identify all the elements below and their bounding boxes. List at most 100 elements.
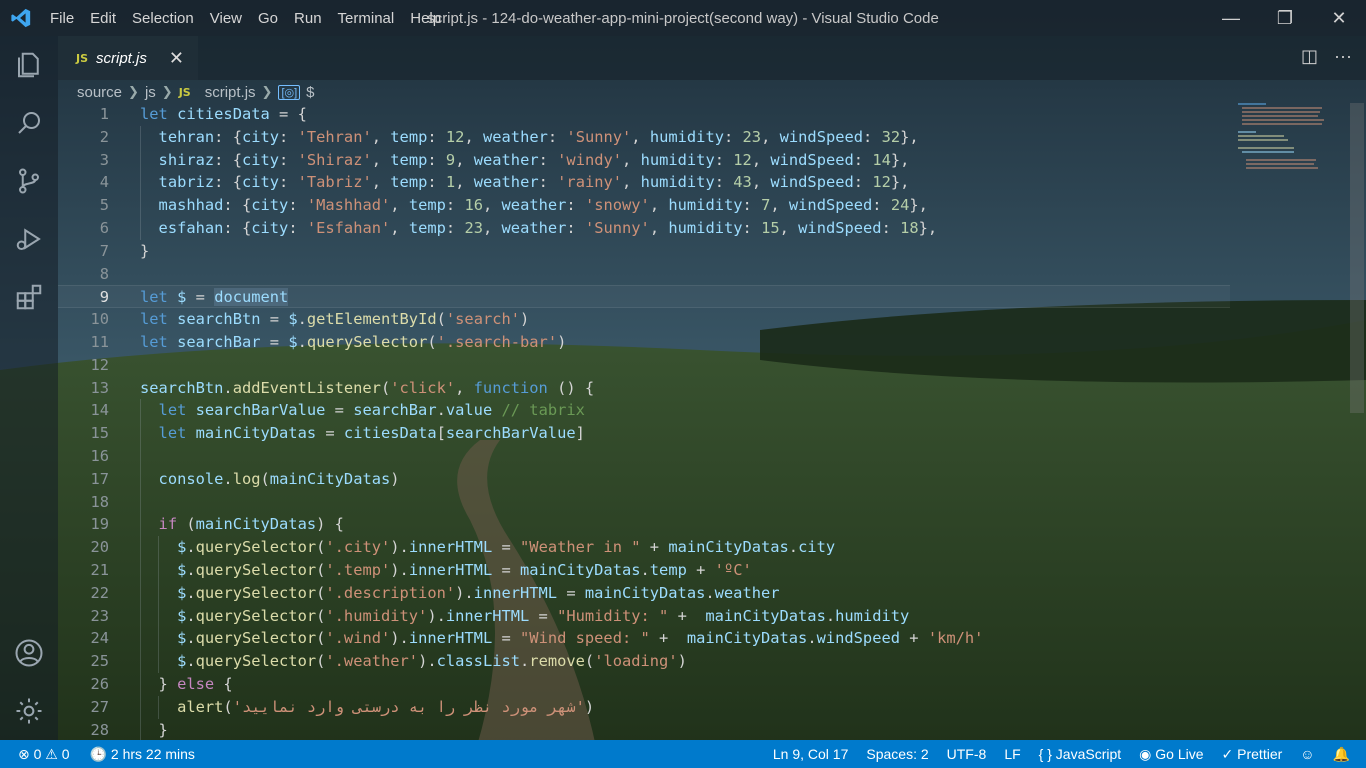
tab-label: script.js (96, 49, 147, 67)
account-icon[interactable] (0, 624, 58, 682)
more-actions-icon[interactable]: ··· (1334, 46, 1352, 67)
restore-button[interactable]: ❐ (1258, 0, 1312, 36)
editor-scrollbar[interactable] (1350, 103, 1364, 413)
source-control-icon[interactable] (0, 152, 58, 210)
breadcrumb: source ❯ js ❯ JS script.js ❯ [◎] $ (77, 82, 315, 102)
close-window-button[interactable]: ✕ (1312, 0, 1366, 36)
indentation[interactable]: Spaces: 2 (866, 746, 928, 762)
breadcrumb-js[interactable]: js (145, 84, 156, 101)
code-line: 16 (58, 444, 1230, 468)
code-line: 28 } (58, 718, 1230, 740)
code-line: 15 let mainCityDatas = citiesData[search… (58, 422, 1230, 445)
chevron-right-icon: ❯ (128, 84, 139, 99)
javascript-file-icon: JS (76, 51, 89, 65)
line-number: 22 (90, 583, 109, 602)
feedback-icon[interactable]: ☺ (1300, 746, 1314, 762)
code-line: 21 $.querySelector('.temp').innerHTML = … (58, 558, 1230, 582)
variable-symbol-icon: [◎] (278, 84, 301, 100)
line-number: 28 (90, 720, 109, 739)
line-number: 19 (90, 515, 109, 534)
breadcrumb-source[interactable]: source (77, 84, 122, 101)
title-bar: File Edit Selection View Go Run Terminal… (0, 0, 1366, 36)
menu-bar: File Edit Selection View Go Run Terminal… (42, 10, 449, 27)
run-debug-icon[interactable] (0, 210, 58, 268)
minimap[interactable] (1236, 103, 1350, 173)
javascript-file-icon: JS (178, 85, 191, 99)
line-number: 5 (99, 196, 109, 215)
code-line: 23 $.querySelector('.humidity').innerHTM… (58, 604, 1230, 628)
extensions-icon[interactable] (0, 268, 58, 326)
line-number: 2 (99, 127, 109, 146)
line-number: 9 (99, 288, 109, 307)
menu-selection[interactable]: Selection (124, 10, 202, 27)
close-tab-icon[interactable]: ✕ (169, 48, 184, 69)
chevron-right-icon: ❯ (261, 84, 273, 99)
code-line: 5 mashhad: {city: 'Mashhad', temp: 16, w… (58, 194, 1230, 217)
split-editor-icon[interactable]: ◫ (1301, 46, 1318, 67)
cursor-position[interactable]: Ln 9, Col 17 (773, 746, 849, 762)
code-line: 27 alert('شهر مورد نظر را به درستی وارد … (58, 695, 1230, 719)
status-bar: ⊗ 0 ⚠ 0 🕒 2 hrs 22 mins Ln 9, Col 17 Spa… (0, 740, 1366, 768)
chevron-right-icon: ❯ (161, 84, 173, 99)
menu-run[interactable]: Run (286, 10, 330, 27)
code-line: 22 $.querySelector('.description').inner… (58, 581, 1230, 605)
line-number: 21 (90, 560, 109, 579)
menu-help[interactable]: Help (402, 10, 449, 27)
line-number: 11 (90, 332, 109, 351)
code-line: 7} (58, 240, 1230, 263)
code-line: 18 (58, 490, 1230, 514)
line-ending[interactable]: LF (1004, 746, 1020, 762)
editor-tabs: JS script.js ✕ ◫ ··· (58, 36, 1366, 80)
go-live-button[interactable]: ◉ Go Live (1139, 746, 1203, 763)
menu-go[interactable]: Go (250, 10, 286, 27)
menu-file[interactable]: File (42, 10, 82, 27)
code-line: 3 shiraz: {city: 'Shiraz', temp: 9, weat… (58, 148, 1230, 172)
tab-script-js[interactable]: JS script.js ✕ (58, 36, 198, 80)
line-number: 17 (90, 469, 109, 488)
line-number: 25 (90, 652, 109, 671)
breadcrumb-symbol[interactable]: $ (306, 84, 314, 101)
menu-edit[interactable]: Edit (82, 10, 124, 27)
line-number: 3 (99, 150, 109, 169)
gear-icon[interactable] (0, 682, 58, 740)
code-line-current: 9 let $ = document (58, 285, 1230, 309)
line-number: 1 (99, 105, 109, 123)
line-number: 16 (90, 446, 109, 465)
notifications-bell-icon[interactable]: 🔔 (1333, 746, 1350, 763)
minimize-button[interactable]: — (1204, 0, 1258, 36)
breadcrumb-file[interactable]: script.js (205, 84, 256, 101)
line-number: 27 (90, 697, 109, 716)
line-number: 26 (90, 674, 109, 693)
line-number: 10 (90, 310, 109, 329)
vscode-logo-icon (0, 0, 42, 36)
code-line: 2 tehran: {city: 'Tehran', temp: 12, wea… (58, 125, 1230, 149)
code-line: 1 let citiesData = { (58, 103, 1230, 126)
code-line: 6 esfahan: {city: 'Esfahan', temp: 23, w… (58, 216, 1230, 240)
line-number: 6 (99, 218, 109, 237)
line-number: 23 (90, 606, 109, 625)
code-line: 17 console.log(mainCityDatas) (58, 467, 1230, 491)
time-tracker[interactable]: 🕒 2 hrs 22 mins (90, 746, 195, 763)
explorer-icon[interactable] (0, 36, 58, 94)
window-controls: — ❐ ✕ (1204, 0, 1366, 36)
code-line: 10 let searchBtn = $.getElementById('sear… (58, 308, 1230, 331)
line-number: 12 (90, 355, 109, 374)
line-number: 15 (90, 424, 109, 443)
activity-bar (0, 36, 58, 740)
line-number: 14 (90, 401, 109, 420)
language-mode[interactable]: { } JavaScript (1039, 746, 1122, 762)
code-line: 19 if (mainCityDatas) { (58, 513, 1230, 537)
search-icon[interactable] (0, 94, 58, 152)
code-editor[interactable]: 1 let citiesData = { 2 tehran: {city: 'Te… (58, 103, 1230, 740)
code-line: 20 $.querySelector('.city').innerHTML = … (58, 536, 1230, 559)
encoding[interactable]: UTF-8 (947, 746, 987, 762)
line-number: 24 (90, 629, 109, 648)
editor-actions: ◫ ··· (1301, 46, 1352, 67)
code-line: 4 tabriz: {city: 'Tabriz', temp: 1, weat… (58, 171, 1230, 195)
code-line: 8 (58, 263, 1230, 286)
problems-indicator[interactable]: ⊗ 0 ⚠ 0 (18, 746, 70, 763)
code-line: 12 (58, 354, 1230, 377)
menu-view[interactable]: View (202, 10, 250, 27)
menu-terminal[interactable]: Terminal (330, 10, 403, 27)
prettier-button[interactable]: ✓ Prettier (1222, 746, 1283, 763)
